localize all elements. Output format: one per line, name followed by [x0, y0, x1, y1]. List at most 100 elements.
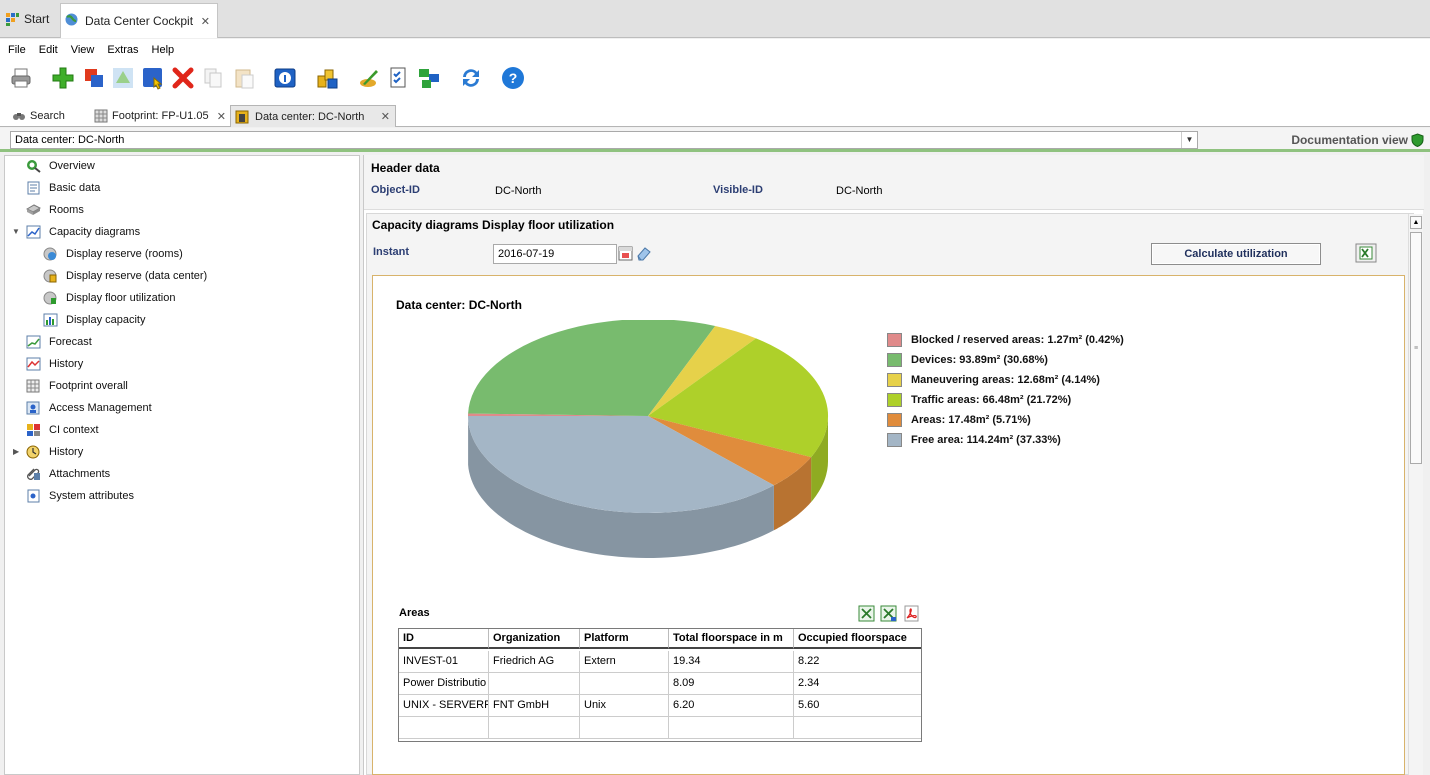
- table-cell[interactable]: [489, 673, 580, 695]
- table-cell[interactable]: 6.20: [669, 695, 794, 717]
- excel-export-icon[interactable]: [858, 605, 875, 622]
- menu-file[interactable]: File: [8, 44, 26, 56]
- chart-title: Data center: DC-North: [396, 298, 523, 312]
- object-id-value: DC-North: [495, 185, 542, 197]
- close-icon[interactable]: ✕: [217, 110, 226, 123]
- tab-data-center[interactable]: Data center: DC-North ✕: [230, 105, 396, 127]
- tab-footprint[interactable]: Footprint: FP-U1.05 ✕: [90, 105, 228, 127]
- system-attributes-icon: [27, 489, 40, 503]
- delete-icon[interactable]: [170, 65, 196, 91]
- history-chart-icon: [26, 357, 41, 371]
- add-icon[interactable]: [50, 65, 76, 91]
- menu-help[interactable]: Help: [152, 44, 175, 56]
- table-cell[interactable]: 8.22: [794, 651, 921, 673]
- table-cell[interactable]: Unix: [580, 695, 669, 717]
- help-icon[interactable]: ?: [500, 65, 526, 91]
- table-header[interactable]: Organization: [489, 629, 580, 649]
- tab-data-center-cockpit[interactable]: Data Center Cockpit ✕: [60, 3, 218, 38]
- help-icon-glyph: ?: [509, 70, 518, 86]
- menu-edit[interactable]: Edit: [39, 44, 58, 56]
- tree-item-label: Footprint overall: [49, 380, 128, 392]
- copy-icon[interactable]: [200, 65, 226, 91]
- table-cell[interactable]: [580, 673, 669, 695]
- chevron-down-icon[interactable]: ▼: [1181, 132, 1197, 148]
- table-header[interactable]: Occupied floorspace: [794, 629, 921, 649]
- tree-item-label: Display reserve (rooms): [66, 248, 183, 260]
- checklist-icon[interactable]: [386, 65, 412, 91]
- data-center-icon: [235, 110, 249, 124]
- expanded-arrow-icon[interactable]: ▼: [12, 227, 20, 236]
- close-icon[interactable]: ✕: [201, 15, 210, 28]
- table-cell[interactable]: [489, 717, 580, 739]
- object-selector-combo[interactable]: Data center: DC-North ▼: [10, 131, 1198, 149]
- table-cell[interactable]: Extern: [580, 651, 669, 673]
- pdf-export-icon[interactable]: [903, 605, 920, 622]
- edit-icon[interactable]: [356, 65, 382, 91]
- menu-extras[interactable]: Extras: [107, 44, 138, 56]
- table-cell[interactable]: [399, 717, 489, 739]
- table-cell[interactable]: [794, 717, 921, 739]
- object-selector-value: Data center: DC-North: [15, 134, 125, 146]
- table-header[interactable]: Platform: [580, 629, 669, 649]
- scrollbar-thumb[interactable]: ≡: [1410, 232, 1422, 464]
- scrollbar-grip-icon: ≡: [1414, 345, 1419, 352]
- eraser-icon[interactable]: [635, 244, 653, 262]
- table-cell[interactable]: Power Distributio: [399, 673, 489, 695]
- table-cell[interactable]: UNIX - SERVERFA: [399, 695, 489, 717]
- footprint-icon: [26, 379, 40, 393]
- navigation-tree: Overview Basic data Rooms ▼ Capacity dia…: [4, 155, 360, 775]
- collapsed-arrow-icon[interactable]: ▶: [13, 447, 19, 456]
- print-icon[interactable]: [8, 65, 34, 91]
- legend-label: Traffic areas: 66.48m² (21.72%): [911, 394, 1072, 406]
- calendar-icon[interactable]: [617, 244, 635, 262]
- tree-item-label: Basic data: [49, 182, 101, 194]
- info-icon[interactable]: [272, 65, 298, 91]
- paste-icon[interactable]: [231, 65, 257, 91]
- excel-export-icon[interactable]: [1355, 243, 1377, 263]
- vertical-scrollbar[interactable]: ▲ ≡: [1408, 214, 1423, 775]
- areas-table-title: Areas: [399, 607, 430, 619]
- object-selector-bar: Data center: DC-North ▼ Documentation vi…: [0, 128, 1430, 152]
- table-cell[interactable]: 2.34: [794, 673, 921, 695]
- instant-date-input[interactable]: 2016-07-19: [493, 244, 617, 264]
- copy-objects-icon[interactable]: [81, 65, 107, 91]
- pie-chart: [468, 320, 829, 558]
- instant-label: Instant: [373, 246, 410, 258]
- legend-item: Blocked / reserved areas: 1.27m² (0.42%): [887, 332, 1124, 348]
- close-icon[interactable]: ✕: [381, 110, 390, 123]
- start-grid-icon: [6, 13, 19, 26]
- tree-item-label: Rooms: [49, 204, 84, 216]
- tab-search[interactable]: Search: [8, 105, 86, 127]
- objects-icon[interactable]: [314, 65, 340, 91]
- table-cell[interactable]: Friedrich AG: [489, 651, 580, 673]
- table-header[interactable]: ID: [399, 629, 489, 649]
- refresh-icon[interactable]: [458, 65, 484, 91]
- overview-icon: [27, 160, 41, 173]
- table-cell[interactable]: 19.34: [669, 651, 794, 673]
- app-window: Start Data Center Cockpit ✕ File Edit Vi…: [0, 0, 1430, 775]
- table-cell[interactable]: INVEST-01: [399, 651, 489, 673]
- tab-start[interactable]: Start: [2, 4, 58, 34]
- tree-item-label: History: [49, 358, 84, 370]
- table-header[interactable]: Total floorspace in m: [669, 629, 794, 649]
- areas-table: ID Organization Platform Total floorspace i…: [398, 628, 922, 742]
- documentation-view-label[interactable]: Documentation view: [1291, 133, 1408, 147]
- table-cell[interactable]: FNT GmbH: [489, 695, 580, 717]
- binoculars-icon: [13, 113, 25, 120]
- table-cell[interactable]: [580, 717, 669, 739]
- navigate-icon[interactable]: [140, 65, 166, 91]
- calculate-utilization-button[interactable]: Calculate utilization: [1151, 243, 1321, 265]
- triangle-icon[interactable]: [110, 65, 136, 91]
- floor-utilization-chart: Data center: DC-North Blocked / reserved…: [372, 275, 1405, 775]
- table-cell[interactable]: 8.09: [669, 673, 794, 695]
- header-data-section: Header data Object-ID DC-North Visible-I…: [364, 155, 1424, 210]
- table-cell[interactable]: 5.60: [794, 695, 921, 717]
- menu-bar: File Edit View Extras Help: [0, 39, 1430, 60]
- excel-export-all-icon[interactable]: [880, 605, 897, 622]
- table-cell[interactable]: [669, 717, 794, 739]
- pie-slices: [468, 320, 829, 513]
- tree-item-label: Attachments: [49, 468, 111, 480]
- network-icon[interactable]: [416, 65, 442, 91]
- scroll-up-icon[interactable]: ▲: [1410, 216, 1422, 229]
- menu-view[interactable]: View: [71, 44, 95, 56]
